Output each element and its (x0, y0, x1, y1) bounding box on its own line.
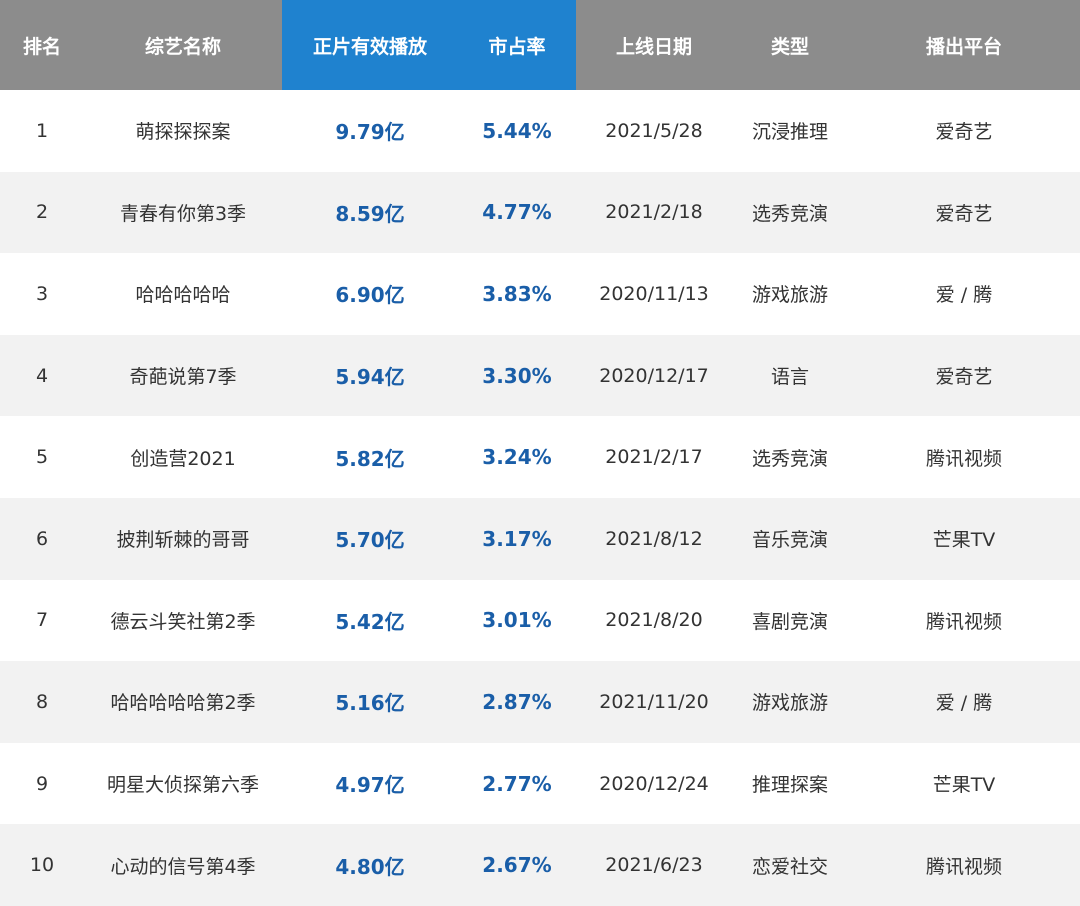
platform-cell: 腾讯视频 (925, 447, 1002, 470)
date-cell: 2021/5/28 (605, 119, 703, 142)
platform-cell: 芒果TV (932, 774, 996, 797)
table-row: 7 德云斗笑社第2季 5.42亿 3.01% 2021/8/20 喜剧竞演 腾讯… (0, 580, 1080, 662)
share-cell: 3.17% (482, 526, 552, 551)
date-cell: 2021/2/18 (605, 201, 703, 224)
genre-cell: 选秀竞演 (751, 447, 828, 470)
share-cell: 2.67% (482, 853, 552, 878)
platform-cell: 爱奇艺 (935, 121, 993, 144)
rank-cell: 2 (35, 201, 49, 224)
table-row: 1 萌探探探案 9.79亿 5.44% 2021/5/28 沉浸推理 爱奇艺 (0, 90, 1080, 172)
date-cell: 2021/11/20 (599, 690, 709, 713)
genre-cell: 沉浸推理 (751, 121, 828, 144)
platform-cell: 芒果TV (932, 529, 996, 552)
rank-cell: 5 (35, 446, 49, 469)
plays-cell: 4.80亿 (335, 854, 405, 879)
share-cell: 2.77% (482, 771, 552, 796)
share-cell: 5.44% (482, 118, 552, 143)
show-name-cell: 创造营2021 (130, 447, 236, 470)
share-cell: 4.77% (482, 200, 552, 225)
date-cell: 2020/11/13 (599, 282, 709, 305)
rank-cell: 4 (35, 364, 49, 387)
date-cell: 2020/12/24 (599, 772, 709, 795)
plays-cell: 5.94亿 (335, 365, 405, 390)
header-show-name: 综艺名称 (144, 35, 221, 58)
show-name-cell: 萌探探探案 (135, 121, 231, 144)
rank-cell: 9 (35, 772, 49, 795)
platform-cell: 爱奇艺 (935, 202, 993, 225)
table-row: 10 心动的信号第4季 4.80亿 2.67% 2021/6/23 恋爱社交 腾… (0, 824, 1080, 906)
show-name-cell: 哈哈哈哈哈 (135, 284, 231, 307)
plays-cell: 5.70亿 (335, 528, 405, 553)
date-cell: 2021/8/12 (605, 527, 703, 550)
genre-cell: 游戏旅游 (751, 284, 828, 307)
show-name-cell: 心动的信号第4季 (110, 855, 256, 878)
header-platform: 播出平台 (925, 35, 1002, 58)
rank-cell: 1 (35, 119, 49, 142)
genre-cell: 音乐竞演 (751, 529, 828, 552)
platform-cell: 爱奇艺 (935, 366, 993, 389)
platform-cell: 腾讯视频 (925, 610, 1002, 633)
rank-cell: 3 (35, 282, 49, 305)
show-name-cell: 明星大侦探第六季 (106, 774, 259, 797)
date-cell: 2021/6/23 (605, 854, 703, 877)
genre-cell: 喜剧竞演 (751, 610, 828, 633)
platform-cell: 爱 / 腾 (935, 692, 993, 715)
share-cell: 3.01% (482, 608, 552, 633)
header-rank: 排名 (22, 35, 61, 58)
plays-cell: 5.42亿 (335, 609, 405, 634)
genre-cell: 游戏旅游 (751, 692, 828, 715)
rank-cell: 10 (29, 854, 55, 877)
table-row: 5 创造营2021 5.82亿 3.24% 2021/2/17 选秀竞演 腾讯视… (0, 416, 1080, 498)
ranking-table: 排名 综艺名称 正片有效播放 市占率 上线日期 类型 播出平台 1 萌探探探案 … (0, 0, 1080, 906)
date-cell: 2021/2/17 (605, 446, 703, 469)
genre-cell: 恋爱社交 (751, 855, 828, 878)
table-row: 8 哈哈哈哈哈第2季 5.16亿 2.87% 2021/11/20 游戏旅游 爱… (0, 661, 1080, 743)
plays-cell: 5.82亿 (335, 446, 405, 471)
table-header: 排名 综艺名称 正片有效播放 市占率 上线日期 类型 播出平台 (0, 0, 1080, 90)
share-cell: 3.24% (482, 445, 552, 470)
platform-cell: 腾讯视频 (925, 855, 1002, 878)
show-name-cell: 德云斗笑社第2季 (110, 610, 256, 633)
table-row: 4 奇葩说第7季 5.94亿 3.30% 2020/12/17 语言 爱奇艺 (0, 334, 1080, 417)
share-cell: 2.87% (482, 689, 552, 714)
date-cell: 2021/8/20 (605, 609, 703, 632)
plays-cell: 6.90亿 (335, 283, 405, 308)
rank-cell: 8 (35, 690, 49, 713)
date-cell: 2020/12/17 (599, 364, 709, 387)
rank-cell: 7 (35, 609, 49, 632)
table-row: 9 明星大侦探第六季 4.97亿 2.77% 2020/12/24 推理探案 芒… (0, 743, 1080, 825)
show-name-cell: 哈哈哈哈哈第2季 (110, 692, 256, 715)
header-release-date: 上线日期 (615, 35, 692, 58)
plays-cell: 8.59亿 (335, 201, 405, 226)
table-row: 2 青春有你第3季 8.59亿 4.77% 2021/2/18 选秀竞演 爱奇艺 (0, 171, 1080, 254)
plays-cell: 4.97亿 (335, 773, 405, 798)
share-cell: 3.30% (482, 363, 552, 388)
table-row: 3 哈哈哈哈哈 6.90亿 3.83% 2020/11/13 游戏旅游 爱 / … (0, 253, 1080, 335)
plays-cell: 5.16亿 (335, 691, 405, 716)
genre-cell: 选秀竞演 (751, 202, 828, 225)
genre-cell: 推理探案 (751, 774, 828, 797)
genre-cell: 语言 (770, 366, 809, 389)
share-cell: 3.83% (482, 281, 552, 306)
show-name-cell: 披荆斩棘的哥哥 (116, 529, 250, 552)
rank-cell: 6 (35, 527, 49, 550)
header-valid-plays: 正片有效播放 (282, 0, 458, 90)
show-name-cell: 奇葩说第7季 (129, 366, 237, 389)
header-genre: 类型 (770, 35, 809, 58)
header-market-share: 市占率 (458, 0, 576, 90)
show-name-cell: 青春有你第3季 (119, 202, 247, 225)
table-row: 6 披荆斩棘的哥哥 5.70亿 3.17% 2021/8/12 音乐竞演 芒果T… (0, 497, 1080, 580)
platform-cell: 爱 / 腾 (935, 284, 993, 307)
plays-cell: 9.79亿 (335, 120, 405, 145)
